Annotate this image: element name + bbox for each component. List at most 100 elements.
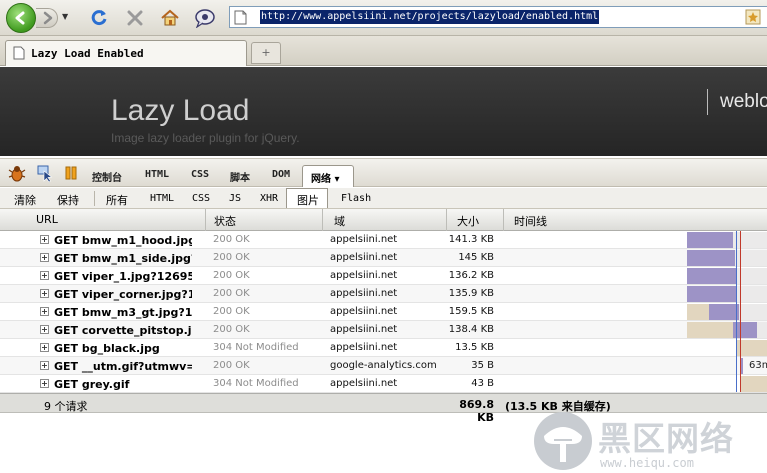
column-status[interactable]: 状态 [214, 213, 236, 229]
expand-plus-icon[interactable]: + [40, 271, 49, 280]
filter-flash[interactable]: Flash [341, 193, 371, 204]
expand-plus-icon[interactable]: + [40, 379, 49, 388]
filter-js[interactable]: JS [229, 193, 241, 204]
request-row[interactable]: + GET grey.gif 304 Not Modified appelsii… [0, 375, 767, 393]
panel-html[interactable]: HTML [145, 169, 169, 180]
stop-x-icon [127, 10, 143, 26]
request-url: GET bmw_m3_gt.jpg?12 [54, 306, 192, 319]
header-divider [707, 89, 708, 115]
expand-plus-icon[interactable]: + [40, 361, 49, 370]
request-status: 200 OK [213, 252, 250, 263]
request-domain: appelsiini.net [330, 234, 398, 245]
url-text[interactable]: http://www.appelsiini.net/projects/lazyl… [260, 10, 600, 24]
back-button[interactable] [6, 3, 36, 33]
column-size[interactable]: 大小 [457, 213, 479, 229]
inspect-cursor-icon[interactable] [36, 164, 54, 182]
request-table-header: URL 状态 域 大小 时间线 [0, 209, 767, 231]
request-url: GET bg_black.jpg [54, 342, 160, 355]
request-status: 304 Not Modified [213, 378, 299, 389]
request-row[interactable]: + GET __utm.gif?utmwv=1 200 OK google-an… [0, 357, 767, 375]
timeline-bar-receiving [709, 304, 739, 320]
request-status: 200 OK [213, 234, 250, 245]
column-timeline[interactable]: 时间线 [514, 213, 547, 229]
request-row[interactable]: + GET bmw_m3_gt.jpg?12 200 OK appelsiini… [0, 303, 767, 321]
watermark: 黑区网络 www.heiqu.com [532, 408, 767, 473]
persist-button[interactable]: 保持 [57, 192, 79, 208]
filter-all[interactable]: 所有 [106, 192, 128, 208]
timeline-bar-waiting [687, 304, 709, 320]
request-timeline [505, 303, 767, 321]
tab-lazy-load-enabled[interactable]: Lazy Load Enabled [5, 40, 247, 66]
browser-toolbar: ▼ http://www.appelsiini.net/projects/laz [0, 0, 767, 36]
panel-css[interactable]: CSS [191, 169, 209, 180]
request-row[interactable]: + GET viper_corner.jpg?12 200 OK appelsi… [0, 285, 767, 303]
filter-xhr[interactable]: XHR [260, 193, 278, 204]
filter-html[interactable]: HTML [150, 193, 174, 204]
request-timeline [505, 231, 767, 249]
request-url: GET __utm.gif?utmwv=1 [54, 360, 192, 373]
request-row[interactable]: + GET bmw_m1_side.jpg?1 200 OK appelsiin… [0, 249, 767, 267]
request-row[interactable]: + GET bg_black.jpg 304 Not Modified appe… [0, 339, 767, 357]
panel-dom[interactable]: DOM [272, 169, 290, 180]
panel-script[interactable]: 脚本 [230, 169, 250, 184]
request-row[interactable]: + GET viper_1.jpg?126959 200 OK appelsii… [0, 267, 767, 285]
history-dropdown-icon[interactable]: ▼ [62, 12, 68, 21]
panel-console[interactable]: 控制台 [92, 169, 122, 184]
request-count: 9 个请求 [44, 400, 88, 413]
panel-net[interactable]: 网络 ▾ [302, 165, 354, 187]
chat-button[interactable] [193, 6, 217, 30]
expand-plus-icon[interactable]: + [40, 253, 49, 262]
watermark-title: 黑区网络 [598, 419, 734, 458]
expand-plus-icon[interactable]: + [40, 325, 49, 334]
request-row[interactable]: + GET bmw_m1_hood.jpg? 200 OK appelsiini… [0, 231, 767, 249]
request-url: GET grey.gif [54, 378, 130, 391]
request-status: 200 OK [213, 306, 250, 317]
request-domain: appelsiini.net [330, 252, 398, 263]
reload-button[interactable] [87, 6, 111, 30]
page-icon [234, 10, 247, 25]
column-domain[interactable]: 域 [334, 213, 345, 229]
clear-button[interactable]: 清除 [14, 192, 36, 208]
request-url: GET viper_corner.jpg?12 [54, 288, 192, 301]
request-url: GET bmw_m1_side.jpg?1 [54, 252, 192, 265]
address-bar[interactable]: http://www.appelsiini.net/projects/lazyl… [229, 6, 767, 28]
filter-images[interactable]: 图片 [297, 192, 319, 208]
site-nav-link[interactable]: weblo [720, 91, 767, 113]
request-domain: appelsiini.net [330, 270, 398, 281]
timeline-bar-waiting [687, 322, 733, 338]
net-toolbar: 清除 保持 所有 HTML CSS JS XHR 图片 Flash [0, 188, 767, 209]
column-url[interactable]: URL [36, 213, 58, 226]
pause-icon[interactable] [62, 164, 80, 182]
home-button[interactable] [158, 6, 182, 30]
request-status: 200 OK [213, 360, 250, 371]
stop-button[interactable] [123, 6, 147, 30]
timeline-bar-waiting [737, 340, 767, 356]
site-title: Lazy Load [111, 94, 250, 127]
request-timeline [505, 321, 767, 339]
request-status: 304 Not Modified [213, 342, 299, 353]
expand-plus-icon[interactable]: + [40, 235, 49, 244]
request-status: 200 OK [213, 288, 250, 299]
request-row[interactable]: + GET corvette_pitstop.jpg 200 OK appels… [0, 321, 767, 339]
request-domain: google-analytics.com [330, 360, 437, 371]
bookmark-star-icon[interactable] [745, 9, 761, 25]
new-tab-button[interactable]: + [251, 42, 281, 64]
tab-title: Lazy Load Enabled [31, 47, 144, 60]
firebug-bug-icon[interactable] [8, 164, 26, 182]
request-size: 135.9 KB [448, 288, 494, 299]
tab-strip: Lazy Load Enabled + [0, 36, 767, 66]
request-size: 138.4 KB [448, 324, 494, 335]
site-subtitle: Image lazy loader plugin for jQuery. [111, 131, 300, 145]
expand-plus-icon[interactable]: + [40, 343, 49, 352]
request-size: 159.5 KB [448, 306, 494, 317]
request-size: 13.5 KB [455, 342, 494, 353]
site-header: Lazy Load Image lazy loader plugin for j… [0, 67, 767, 156]
request-size: 43 B [471, 378, 494, 389]
request-timeline [505, 339, 767, 357]
forward-button[interactable] [36, 8, 58, 28]
expand-plus-icon[interactable]: + [40, 289, 49, 298]
onload-marker [740, 231, 741, 392]
expand-plus-icon[interactable]: + [40, 307, 49, 316]
filter-css[interactable]: CSS [192, 193, 210, 204]
reload-icon [91, 10, 107, 26]
